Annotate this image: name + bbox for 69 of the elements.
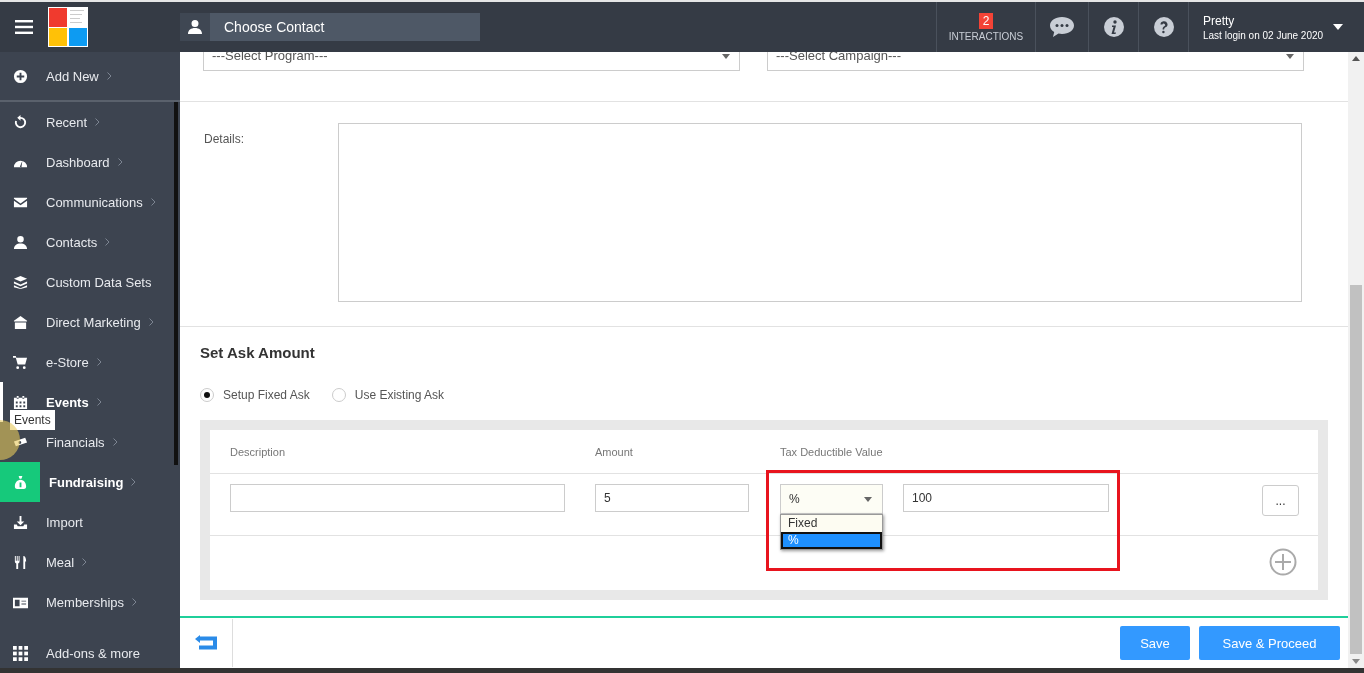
chevron-icon — [95, 118, 101, 126]
sidebar-item[interactable]: Fundraising — [0, 462, 180, 502]
chevron-icon — [132, 598, 138, 606]
sidebar-item[interactable]: Contacts — [0, 222, 180, 262]
sidebar-scrollbar[interactable] — [174, 102, 178, 465]
caret-icon — [1286, 54, 1294, 59]
description-field[interactable] — [230, 484, 565, 512]
utensils-icon — [12, 554, 28, 570]
history-icon — [12, 114, 28, 130]
money-bag-icon — [12, 474, 28, 490]
chevron-icon — [96, 398, 102, 406]
calendar-icon — [12, 394, 28, 410]
scroll-up-icon[interactable] — [1352, 56, 1360, 61]
chevron-icon — [117, 158, 123, 166]
cart-icon — [12, 354, 28, 370]
dropdown-option[interactable]: Fixed — [781, 515, 882, 532]
user-icon — [12, 234, 28, 250]
radio-option[interactable]: Use Existing Ask — [331, 388, 445, 402]
download-icon — [12, 514, 28, 530]
info-icon[interactable] — [1103, 17, 1124, 37]
return-arrow-icon — [194, 634, 218, 652]
sidebar-item[interactable]: Memberships — [0, 582, 180, 622]
sidebar-item[interactable]: Import — [0, 502, 180, 542]
chat-icon[interactable] — [1049, 16, 1075, 38]
section-title: Set Ask Amount — [200, 344, 316, 361]
grid-icon — [12, 645, 28, 661]
chevron-icon — [150, 198, 156, 206]
chevron-icon — [131, 478, 137, 486]
sidebar-item[interactable]: e-Store — [0, 342, 180, 382]
sidebar-item[interactable]: Direct Marketing — [0, 302, 180, 342]
user-icon — [187, 19, 203, 35]
more-button[interactable]: ... — [1262, 485, 1299, 516]
user-name: Pretty — [1203, 13, 1236, 28]
caret-icon — [1333, 24, 1344, 30]
page-scrollbar[interactable] — [1348, 52, 1364, 668]
chevron-icon — [148, 318, 154, 326]
column-header: Description — [230, 445, 287, 458]
sidebar-item[interactable]: Meal — [0, 542, 180, 582]
radio-option[interactable]: Setup Fixed Ask — [200, 388, 310, 402]
sidebar-item[interactable]: Dashboard — [0, 142, 180, 182]
caret-icon — [864, 496, 872, 502]
scroll-down-icon[interactable] — [1352, 659, 1360, 664]
column-header: Tax Deductible Value — [780, 445, 883, 458]
chevron-icon — [106, 72, 112, 80]
scroll-thumb[interactable] — [1350, 285, 1362, 654]
tax-type-select[interactable]: % — [780, 484, 883, 514]
menu-icon[interactable] — [15, 20, 33, 34]
help-icon[interactable] — [1153, 17, 1174, 37]
details-field[interactable] — [338, 123, 1302, 302]
chevron-icon — [96, 358, 102, 366]
last-login: Last login on 02 June 2020 — [1203, 29, 1324, 41]
amount-field[interactable]: 5 — [595, 484, 749, 512]
details-label: Details: — [204, 132, 245, 148]
caret-icon — [722, 54, 730, 59]
column-header: Amount — [595, 445, 634, 458]
add-icon[interactable] — [1269, 548, 1297, 576]
sidebar-item[interactable]: Add-ons & more — [0, 633, 180, 673]
tooltip: Events — [10, 410, 55, 430]
chevron-icon — [82, 558, 88, 566]
chevron-icon — [105, 238, 111, 246]
stack-icon — [12, 274, 28, 290]
chevron-icon — [112, 438, 118, 446]
sidebar-item[interactable]: Custom Data Sets — [0, 262, 180, 302]
tax-value-field[interactable]: 100 — [903, 484, 1109, 512]
logo-icon — [48, 7, 88, 47]
sidebar-item[interactable]: Communications — [0, 182, 180, 222]
sidebar-item[interactable]: Recent — [0, 102, 180, 142]
contact-field[interactable]: Choose Contact — [210, 13, 480, 41]
house-icon — [12, 314, 28, 330]
